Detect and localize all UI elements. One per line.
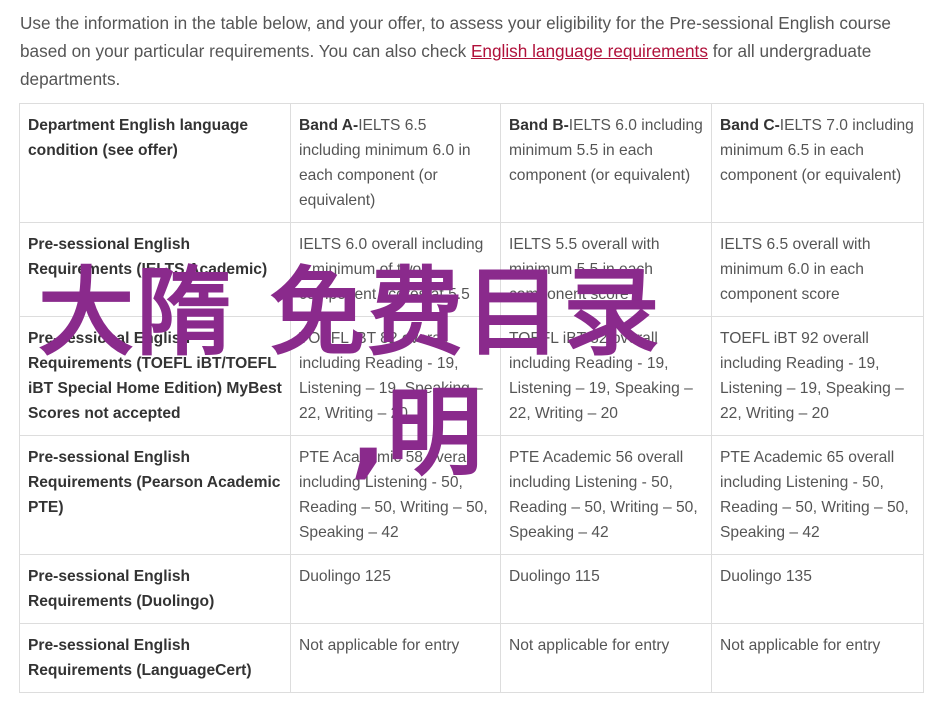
requirements-table: Department English language condition (s…: [19, 103, 924, 693]
table-cell: IELTS 6.0 overall including a minimum of…: [290, 222, 501, 317]
english-language-requirements-link[interactable]: English language requirements: [471, 41, 708, 61]
table-cell: TOEFL iBT 82 overall including Reading -…: [500, 316, 712, 436]
table-cell: Not applicable for entry: [500, 623, 712, 693]
row-label-pte: Pre-sessional English Requirements (Pear…: [19, 435, 291, 555]
table-row-pte: Pre-sessional English Requirements (Pear…: [19, 435, 924, 555]
table-cell: Duolingo 125: [290, 554, 501, 624]
band-c-cell: Band C-IELTS 7.0 including minimum 6.5 i…: [711, 103, 924, 223]
table-cell: PTE Academic 58 overall including Listen…: [290, 435, 501, 555]
table-cell: TOEFL iBT 92 overall including Reading -…: [711, 316, 924, 436]
table-cell: IELTS 6.5 overall with minimum 6.0 in ea…: [711, 222, 924, 317]
table-row-ielts: Pre-sessional English Requirements (IELT…: [19, 222, 924, 317]
table-cell: Duolingo 135: [711, 554, 924, 624]
band-a-cell: Band A-IELTS 6.5 including minimum 6.0 i…: [290, 103, 501, 223]
header-row-label: Department English language condition (s…: [19, 103, 291, 223]
table-cell: Not applicable for entry: [711, 623, 924, 693]
table-header-row: Department English language condition (s…: [19, 103, 924, 223]
table-cell: PTE Academic 56 overall including Listen…: [500, 435, 712, 555]
band-c-name: Band C-: [720, 117, 780, 134]
table-cell: IELTS 5.5 overall with minimum 5.5 in ea…: [500, 222, 712, 317]
table-row-toefl: Pre-sessional English Requirements (TOEF…: [19, 316, 924, 436]
band-b-name: Band B-: [509, 117, 569, 134]
row-label-toefl: Pre-sessional English Requirements (TOEF…: [19, 316, 291, 436]
table-cell: PTE Academic 65 overall including Listen…: [711, 435, 924, 555]
table-cell: Not applicable for entry: [290, 623, 501, 693]
row-label-ielts: Pre-sessional English Requirements (IELT…: [19, 222, 291, 317]
intro-paragraph: Use the information in the table below, …: [20, 9, 925, 93]
table-row-duolingo: Pre-sessional English Requirements (Duol…: [19, 554, 924, 624]
table-row-languagecert: Pre-sessional English Requirements (Lang…: [19, 623, 924, 693]
band-b-cell: Band B-IELTS 6.0 including minimum 5.5 i…: [500, 103, 712, 223]
band-a-name: Band A-: [299, 117, 359, 134]
row-label-duolingo: Pre-sessional English Requirements (Duol…: [19, 554, 291, 624]
table-cell: TOEFL iBT 82 overall including Reading -…: [290, 316, 501, 436]
table-cell: Duolingo 115: [500, 554, 712, 624]
row-label-languagecert: Pre-sessional English Requirements (Lang…: [19, 623, 291, 693]
